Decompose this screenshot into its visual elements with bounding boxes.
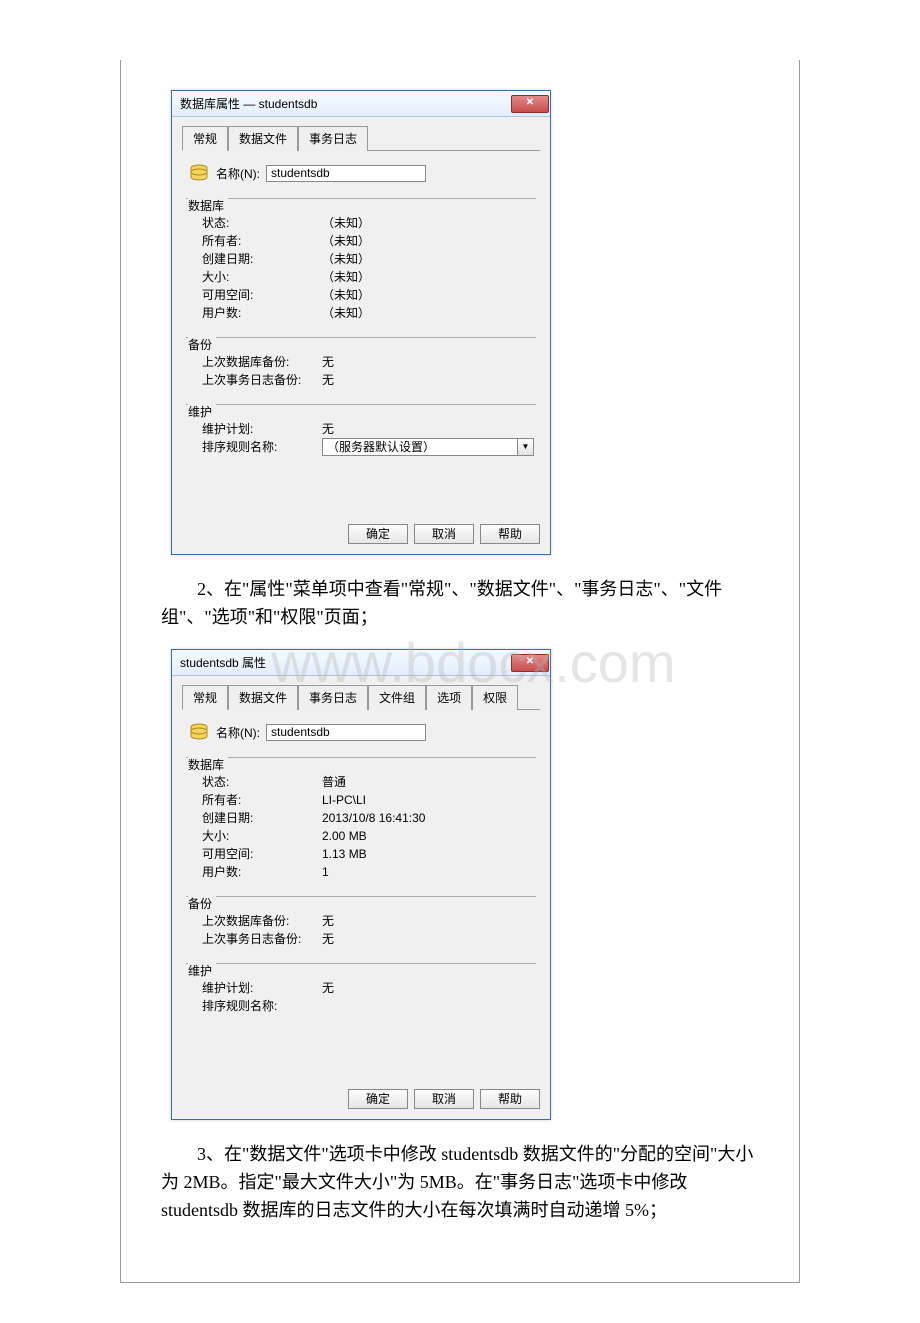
cancel-button[interactable]: 取消 (414, 1089, 474, 1109)
instruction-text-2: 2、在"属性"菜单项中查看"常规"、"数据文件"、"事务日志"、"文件组"、"选… (161, 575, 759, 631)
row-free: 可用空间:1.13 MB (188, 845, 534, 863)
row-users: 用户数:（未知） (188, 304, 534, 322)
group-title: 维护 (188, 962, 216, 979)
window-title: studentsdb 属性 (180, 654, 266, 671)
row-created: 创建日期:（未知） (188, 250, 534, 268)
db-properties-dialog-new: 数据库属性 — studentsdb ✕ 常规 数据文件 事务日志 名称(N):… (171, 90, 551, 555)
ok-button[interactable]: 确定 (348, 524, 408, 544)
name-row: 名称(N): studentsdb (184, 163, 538, 183)
button-row: 确定 取消 帮助 (182, 524, 540, 544)
document-frame: www.bdocx.com 数据库属性 — studentsdb ✕ 常规 数据… (120, 60, 800, 1283)
titlebar[interactable]: studentsdb 属性 ✕ (172, 650, 550, 676)
row-collation: 排序规则名称: (188, 997, 534, 1015)
row-size: 大小:2.00 MB (188, 827, 534, 845)
database-icon (188, 163, 210, 183)
client-area: 常规 数据文件 事务日志 名称(N): studentsdb 数据库 状态:（ (172, 117, 550, 554)
row-free: 可用空间:（未知） (188, 286, 534, 304)
row-lastlogbackup: 上次事务日志备份:无 (188, 371, 534, 389)
group-title: 数据库 (188, 756, 228, 773)
group-backup: 备份 上次数据库备份:无 上次事务日志备份:无 (186, 889, 536, 950)
group-database: 数据库 状态:（未知） 所有者:（未知） 创建日期:（未知） 大小:（未知） 可… (186, 191, 536, 324)
row-lastlogbackup: 上次事务日志备份:无 (188, 930, 534, 948)
group-title: 备份 (188, 895, 216, 912)
name-label: 名称(N): (216, 724, 260, 741)
group-maintenance: 维护 维护计划:无 排序规则名称: （服务器默认设置） ▼ (186, 397, 536, 458)
group-title: 维护 (188, 403, 216, 420)
name-row: 名称(N): studentsdb (184, 722, 538, 742)
row-status: 状态:（未知） (188, 214, 534, 232)
row-status: 状态:普通 (188, 773, 534, 791)
tab-strip: 常规 数据文件 事务日志 (182, 125, 540, 151)
cancel-button[interactable]: 取消 (414, 524, 474, 544)
row-lastdbbackup: 上次数据库备份:无 (188, 912, 534, 930)
tab-filegroup[interactable]: 文件组 (368, 685, 426, 710)
ok-button[interactable]: 确定 (348, 1089, 408, 1109)
tab-general[interactable]: 常规 (182, 685, 228, 710)
tab-panel-general: 名称(N): studentsdb 数据库 状态:（未知） 所有者:（未知） 创… (182, 159, 540, 514)
close-button[interactable]: ✕ (511, 95, 549, 113)
row-size: 大小:（未知） (188, 268, 534, 286)
client-area: 常规 数据文件 事务日志 文件组 选项 权限 名称(N): studentsdb (172, 676, 550, 1119)
row-maintplan: 维护计划:无 (188, 979, 534, 997)
name-input[interactable]: studentsdb (266, 165, 426, 182)
help-button[interactable]: 帮助 (480, 524, 540, 544)
tab-options[interactable]: 选项 (426, 685, 472, 710)
row-collation: 排序规则名称: （服务器默认设置） ▼ (188, 438, 534, 456)
tab-permissions[interactable]: 权限 (472, 685, 518, 710)
db-properties-dialog-existing: studentsdb 属性 ✕ 常规 数据文件 事务日志 文件组 选项 权限 (171, 649, 551, 1120)
row-users: 用户数:1 (188, 863, 534, 881)
instruction-text-3: 3、在"数据文件"选项卡中修改 studentsdb 数据文件的"分配的空间"大… (161, 1140, 759, 1224)
tab-datafile[interactable]: 数据文件 (228, 126, 298, 151)
tab-datafile[interactable]: 数据文件 (228, 685, 298, 710)
row-owner: 所有者:LI-PC\LI (188, 791, 534, 809)
group-title: 备份 (188, 336, 216, 353)
row-lastdbbackup: 上次数据库备份:无 (188, 353, 534, 371)
name-label: 名称(N): (216, 165, 260, 182)
chevron-down-icon[interactable]: ▼ (518, 438, 534, 456)
group-backup: 备份 上次数据库备份:无 上次事务日志备份:无 (186, 330, 536, 391)
close-button[interactable]: ✕ (511, 654, 549, 672)
tab-txlog[interactable]: 事务日志 (298, 126, 368, 151)
row-created: 创建日期:2013/10/8 16:41:30 (188, 809, 534, 827)
tab-general[interactable]: 常规 (182, 126, 228, 151)
tab-txlog[interactable]: 事务日志 (298, 685, 368, 710)
tab-strip: 常规 数据文件 事务日志 文件组 选项 权限 (182, 684, 540, 710)
collation-combo[interactable]: （服务器默认设置） (322, 438, 518, 456)
button-row: 确定 取消 帮助 (182, 1089, 540, 1109)
group-database: 数据库 状态:普通 所有者:LI-PC\LI 创建日期:2013/10/8 16… (186, 750, 536, 883)
titlebar[interactable]: 数据库属性 — studentsdb ✕ (172, 91, 550, 117)
window-title: 数据库属性 — studentsdb (180, 95, 317, 112)
name-input[interactable]: studentsdb (266, 724, 426, 741)
row-maintplan: 维护计划:无 (188, 420, 534, 438)
group-maintenance: 维护 维护计划:无 排序规则名称: (186, 956, 536, 1017)
database-icon (188, 722, 210, 742)
row-owner: 所有者:（未知） (188, 232, 534, 250)
help-button[interactable]: 帮助 (480, 1089, 540, 1109)
group-title: 数据库 (188, 197, 228, 214)
tab-panel-general: 名称(N): studentsdb 数据库 状态:普通 所有者:LI-PC\LI… (182, 718, 540, 1079)
